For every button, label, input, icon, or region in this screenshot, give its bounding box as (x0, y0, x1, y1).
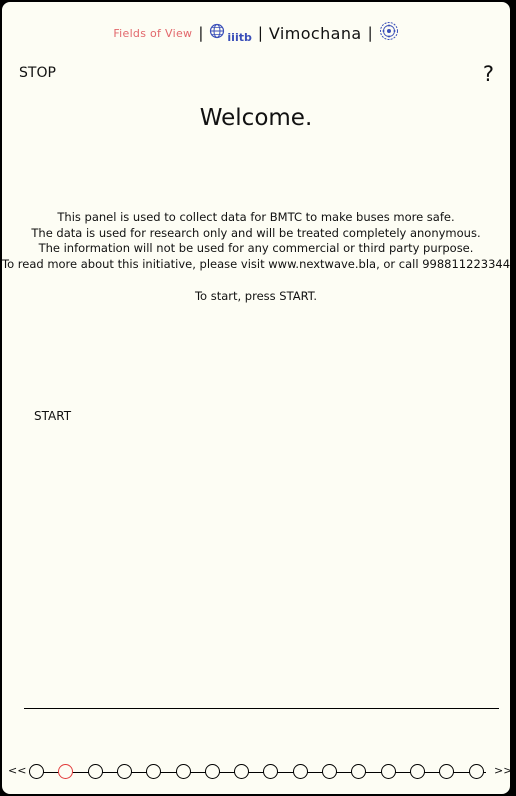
header: Fields of View | iiitb | Vimochana | (2, 16, 510, 50)
step-dot-12[interactable] (351, 764, 367, 779)
info-line: This panel is used to collect data for B… (57, 210, 455, 224)
step-dot-2[interactable] (58, 764, 74, 779)
page-title: Welcome. (199, 105, 313, 131)
step-dot-9[interactable] (263, 764, 279, 779)
header-separator: | (198, 24, 204, 42)
step-dot-8[interactable] (234, 764, 250, 779)
stop-button[interactable]: STOP (19, 65, 56, 81)
info-line: To read more about this initiative, plea… (2, 256, 512, 271)
step-dot-14[interactable] (409, 764, 425, 779)
info-line: The information will not be used for any… (38, 241, 474, 255)
iiitb-logo-text: iiitb (227, 31, 252, 44)
vimochana-label: Vimochana (268, 23, 362, 43)
info-text: This panel is used to collect data for B… (2, 210, 510, 272)
step-dot-6[interactable] (175, 764, 191, 779)
step-dot-10[interactable] (292, 764, 308, 779)
step-dot-13[interactable] (380, 764, 396, 779)
step-dot-16[interactable] (468, 764, 484, 779)
step-dot-11[interactable] (322, 764, 337, 779)
next-page-button[interactable]: >> (494, 764, 510, 777)
iiitb-logo: iiitb (209, 23, 252, 44)
header-separator: | (367, 24, 373, 42)
info-line: The data is used for research only and w… (31, 225, 481, 240)
step-dot-7[interactable] (204, 764, 220, 779)
step-dot-5[interactable] (146, 764, 162, 779)
step-pager: << >> (8, 759, 510, 787)
globe-icon (209, 23, 225, 43)
kiosk-panel: Fields of View | iiitb | Vimochana | STO… (0, 0, 512, 796)
help-button[interactable]: ? (483, 62, 494, 86)
step-dot-1[interactable] (29, 764, 44, 779)
start-button[interactable]: START (34, 409, 71, 423)
divider (24, 708, 499, 709)
fields-of-view-logo: Fields of View (113, 26, 193, 40)
step-dot-3[interactable] (87, 764, 103, 779)
step-dot-15[interactable] (439, 764, 455, 779)
start-instruction: To start, press START. (194, 289, 318, 303)
pager-dots (8, 759, 510, 787)
step-dot-4[interactable] (116, 764, 132, 779)
header-separator: | (257, 24, 263, 42)
vimochana-seal-icon (379, 21, 399, 45)
